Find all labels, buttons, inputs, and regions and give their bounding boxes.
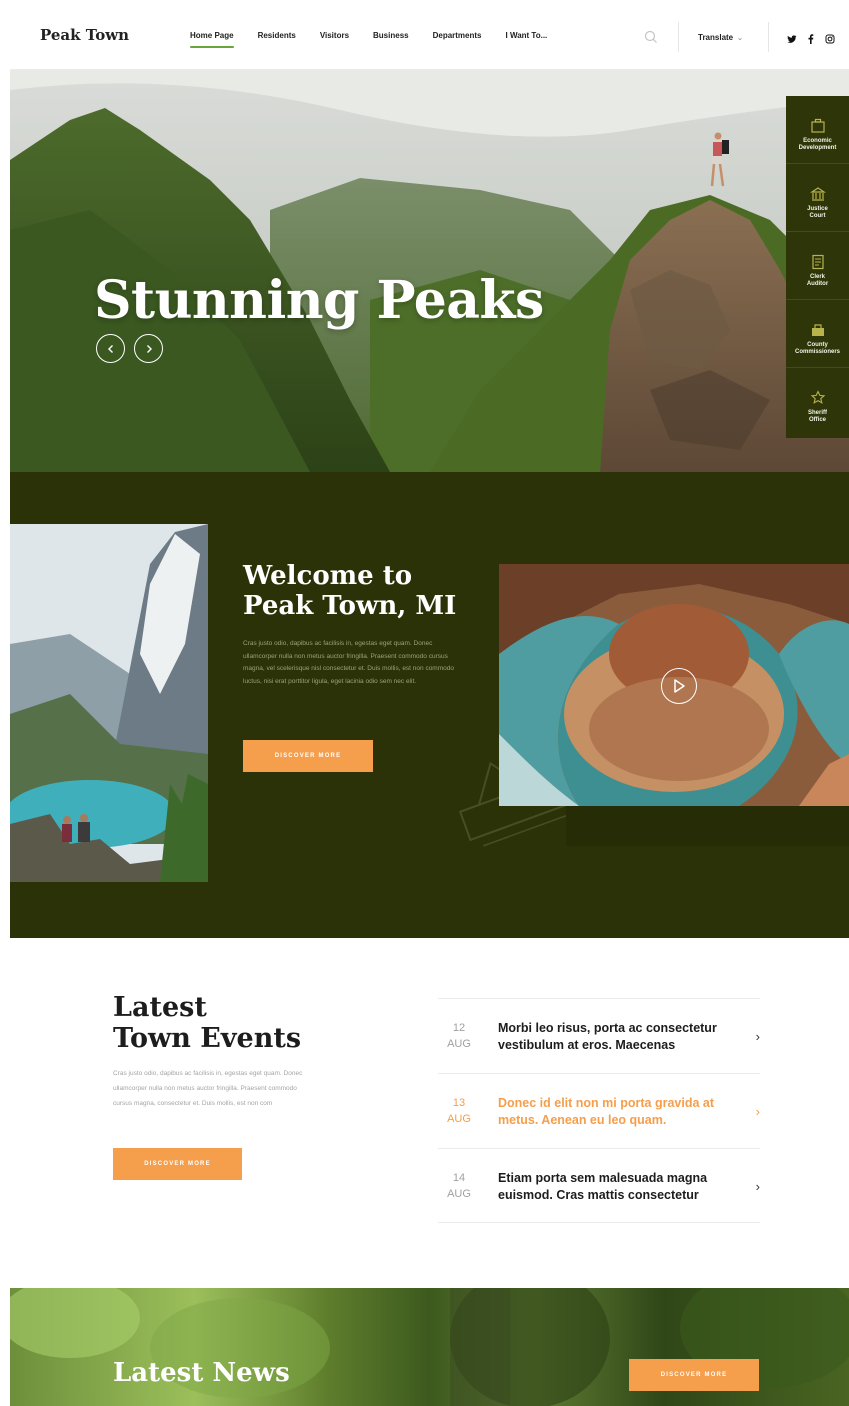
quick-link-label: Development: [798, 145, 837, 151]
event-month: AUG: [447, 1113, 471, 1125]
nav-i-want-to[interactable]: I Want To...: [506, 31, 548, 48]
chevron-left-icon: [107, 344, 113, 353]
hero-title: Stunning Peaks: [94, 270, 544, 331]
main-nav: Home Page Residents Visitors Business De…: [190, 31, 571, 48]
event-title: Morbi leo risus, porta ac consectetur ve…: [498, 1021, 717, 1052]
search-icon[interactable]: [644, 30, 658, 44]
quick-link-economic-development[interactable]: Economic Development: [786, 96, 849, 164]
event-date: 12 AUG: [438, 1020, 480, 1052]
quick-link-label: Sheriff: [807, 410, 827, 416]
twitter-icon[interactable]: [787, 31, 797, 43]
nav-residents[interactable]: Residents: [258, 31, 296, 48]
quick-link-label: Auditor: [806, 281, 829, 287]
welcome-title-line: Peak Town, MI: [243, 591, 457, 621]
quick-link-county-commissioners[interactable]: County Commissioners: [786, 300, 849, 368]
quick-link-label: Office: [808, 417, 826, 423]
quick-link-label: Economic: [803, 138, 832, 144]
badge-icon: [810, 390, 825, 404]
lake-hikers-image: [10, 524, 208, 882]
facebook-icon[interactable]: [806, 31, 816, 44]
welcome-section: Welcome to Peak Town, MI Cras justo odio…: [10, 472, 849, 938]
event-month: AUG: [447, 1038, 471, 1050]
event-item[interactable]: 13 AUG Donec id elit non mi porta gravid…: [438, 1073, 760, 1148]
news-section: Latest News DISCOVER MORE: [10, 1288, 849, 1406]
quick-link-label: Court: [809, 213, 826, 219]
site-logo[interactable]: Peak Town: [40, 26, 129, 44]
events-discover-more-button[interactable]: DISCOVER MORE: [113, 1148, 242, 1180]
quick-link-label: County: [807, 342, 828, 348]
nav-departments[interactable]: Departments: [433, 31, 482, 48]
welcome-paragraph: Cras justo odio, dapibus ac facilisis in…: [243, 640, 454, 685]
quick-link-label: Clerk: [809, 274, 825, 280]
river-canyon-video-thumbnail[interactable]: [499, 564, 849, 806]
event-date: 14 AUG: [438, 1170, 480, 1202]
courthouse-icon: [809, 187, 826, 201]
event-item[interactable]: 12 AUG Morbi leo risus, porta ac consect…: [438, 998, 760, 1073]
events-title-line: Town Events: [113, 1023, 302, 1054]
event-item[interactable]: 14 AUG Etiam porta sem malesuada magna e…: [438, 1148, 760, 1223]
quick-link-label: Justice: [807, 206, 828, 212]
instagram-icon[interactable]: [825, 31, 835, 44]
news-title: Latest News: [113, 1358, 290, 1388]
play-icon: [674, 679, 685, 693]
news-discover-more-button[interactable]: DISCOVER MORE: [629, 1359, 759, 1391]
event-day: 14: [452, 1172, 466, 1184]
nav-home-page[interactable]: Home Page: [190, 31, 234, 48]
welcome-title: Welcome to Peak Town, MI: [243, 561, 483, 621]
event-day: 12: [452, 1022, 466, 1034]
quick-link-justice-court[interactable]: Justice Court: [786, 164, 849, 232]
hero-banner: Stunning Peaks: [10, 70, 849, 472]
event-month: AUG: [447, 1188, 471, 1200]
events-paragraph: Cras justo odio, dapibus ac facilisis in…: [113, 1070, 303, 1107]
image-shadow-block: [566, 806, 849, 846]
chevron-right-icon: [146, 344, 152, 353]
event-title: Donec id elit non mi porta gravida at me…: [498, 1096, 715, 1127]
building-icon: [811, 324, 824, 336]
chevron-right-icon: ›: [755, 1029, 760, 1044]
carousel-prev-button[interactable]: [96, 334, 125, 363]
quick-link-clerk-auditor[interactable]: Clerk Auditor: [786, 232, 849, 300]
document-icon: [811, 254, 824, 270]
chevron-down-icon: ⌄: [737, 34, 744, 42]
video-play-button[interactable]: [661, 668, 697, 704]
event-title: Etiam porta sem malesuada magna euismod.…: [498, 1171, 708, 1202]
nav-business[interactable]: Business: [373, 31, 409, 48]
briefcase-icon: [810, 118, 825, 133]
site-header: Peak Town Home Page Residents Visitors B…: [10, 0, 849, 70]
divider: [678, 22, 679, 52]
translate-dropdown[interactable]: Translate ⌄: [698, 33, 743, 42]
nav-visitors[interactable]: Visitors: [320, 31, 349, 48]
translate-label: Translate: [698, 33, 734, 42]
welcome-title-line: Welcome to: [243, 561, 413, 591]
quick-link-sheriff-office[interactable]: Sheriff Office: [786, 368, 849, 436]
event-date: 13 AUG: [438, 1095, 480, 1127]
carousel-next-button[interactable]: [134, 334, 163, 363]
chevron-right-icon: ›: [755, 1179, 760, 1194]
events-title-line: Latest: [113, 992, 207, 1023]
welcome-discover-more-button[interactable]: DISCOVER MORE: [243, 740, 373, 772]
divider: [768, 22, 769, 52]
event-day: 13: [452, 1097, 466, 1109]
events-title: Latest Town Events: [113, 992, 301, 1054]
chevron-right-icon: ›: [755, 1104, 760, 1119]
quick-links-panel: Economic Development Justice Court Clerk Au…: [786, 96, 849, 438]
quick-link-label: Commissioners: [794, 349, 840, 355]
event-list: 12 AUG Morbi leo risus, porta ac consect…: [438, 998, 760, 1223]
social-links: [787, 31, 835, 44]
